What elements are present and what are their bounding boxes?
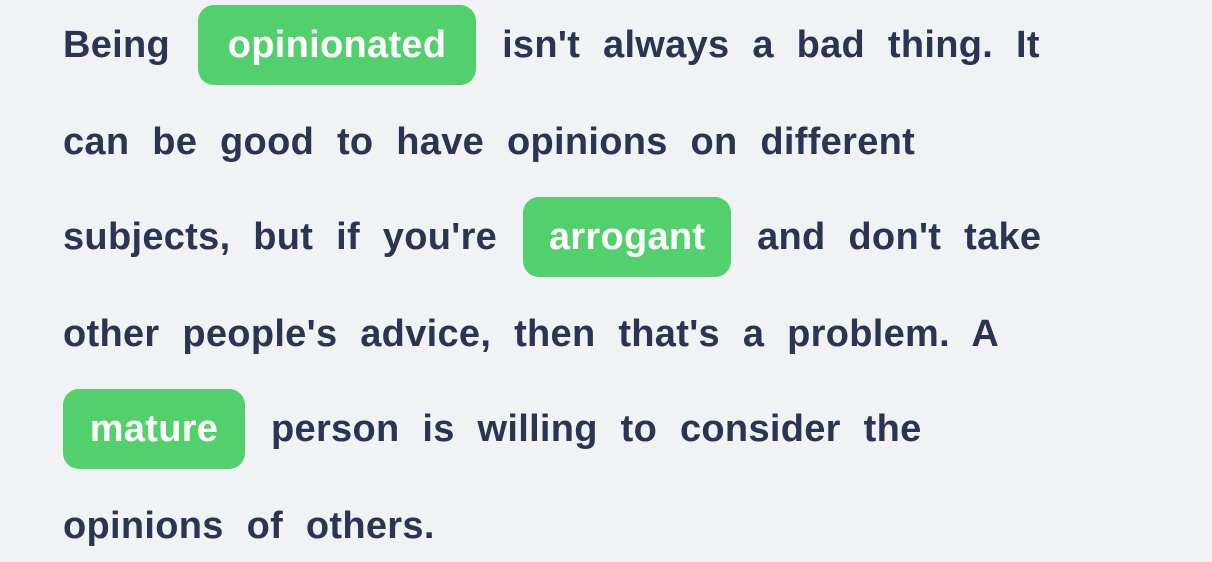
passage-text: opinions of others. <box>63 504 435 547</box>
passage-line-4: other people's advice, then that's a pro… <box>63 294 999 374</box>
passage-line-5: mature person is willing to consider the <box>63 389 922 469</box>
passage-text: and don't take <box>757 215 1042 258</box>
passage-text: other people's advice, then that's a pro… <box>63 312 1000 355</box>
passage-text: subjects, but if you're <box>63 215 498 258</box>
highlighted-word-opinionated[interactable]: opinionated <box>198 5 477 85</box>
passage-text: isn't always a bad thing. It <box>502 23 1040 66</box>
passage-line-1: Being opinionated isn't always a bad thi… <box>63 5 1040 85</box>
reading-passage: Being opinionated isn't always a bad thi… <box>0 0 1212 562</box>
passage-line-6: opinions of others. <box>63 486 435 562</box>
passage-text: person is willing to consider the <box>271 407 922 450</box>
passage-text: Being <box>63 23 171 66</box>
passage-text: can be good to have opinions on differen… <box>63 120 916 163</box>
highlighted-word-arrogant[interactable]: arrogant <box>523 197 732 277</box>
passage-line-3: subjects, but if you're arrogant and don… <box>63 197 1041 277</box>
passage-line-2: can be good to have opinions on differen… <box>63 102 915 182</box>
highlighted-word-mature[interactable]: mature <box>63 389 245 469</box>
